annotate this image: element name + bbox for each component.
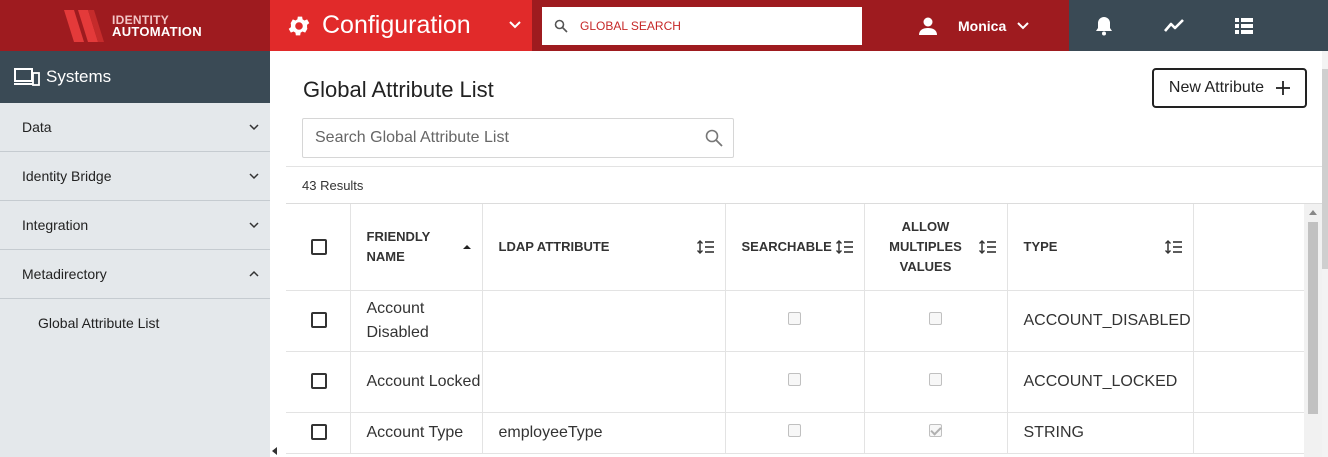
cell-type: ACCOUNT_DISABLED — [1007, 290, 1194, 352]
global-search-box[interactable] — [542, 6, 862, 45]
column-header-ldap-attribute[interactable]: LDAP ATTRIBUTE — [482, 204, 726, 291]
scrollbar-thumb[interactable] — [1308, 222, 1318, 414]
sidebar: Systems Data Identity Bridge Integration… — [0, 51, 270, 457]
table-scrollbar[interactable] — [1304, 204, 1322, 457]
sort-icon — [978, 239, 996, 254]
column-header-allow-multiples[interactable]: ALLOW MULTIPLES VALUES — [864, 204, 1008, 291]
row-checkbox[interactable] — [311, 373, 327, 390]
sidebar-subitem-label: Global Attribute List — [38, 315, 160, 331]
sidebar-item-integration[interactable]: Integration — [0, 201, 270, 250]
global-search-input[interactable] — [580, 18, 850, 33]
devices-icon — [14, 68, 40, 86]
page-title: Global Attribute List — [303, 77, 494, 102]
searchable-checkbox — [788, 423, 801, 437]
chevron-down-icon — [509, 21, 521, 29]
row-checkbox[interactable] — [311, 312, 327, 329]
sidebar-item-label: Integration — [22, 217, 89, 233]
sidebar-item-identity-bridge[interactable]: Identity Bridge — [0, 152, 270, 201]
column-label: TYPE — [1023, 239, 1058, 255]
column-header-searchable[interactable]: SEARCHABLE — [725, 204, 865, 291]
cell-ldap-attribute — [482, 351, 726, 413]
attribute-table: FRIENDLY NAME LDAP ATTRIBUTE SEARCHABLE … — [286, 204, 1305, 454]
search-icon — [554, 19, 568, 33]
select-all-checkbox[interactable] — [311, 239, 327, 256]
module-switcher[interactable]: Configuration — [270, 0, 532, 51]
cell-ldap-attribute — [482, 290, 726, 352]
bell-icon[interactable] — [1093, 15, 1115, 37]
search-icon[interactable] — [705, 129, 723, 147]
searchable-checkbox — [788, 311, 801, 325]
brand-line-2: AUTOMATION — [112, 24, 202, 39]
page-scrollbar-thumb[interactable] — [1322, 69, 1328, 269]
column-header-spacer — [1193, 204, 1305, 291]
table-row[interactable]: Account Type employeeType STRING — [286, 412, 1305, 454]
searchable-checkbox — [788, 372, 801, 386]
new-attribute-button[interactable]: New Attribute — [1152, 68, 1307, 108]
new-attribute-label: New Attribute — [1168, 79, 1265, 96]
column-label: FRIENDLY NAME — [366, 228, 431, 264]
results-count: 43 Results — [302, 178, 364, 193]
allow-multiples-checkbox — [929, 311, 942, 325]
cell-ldap-attribute: employeeType — [482, 412, 726, 454]
sort-ascending-icon — [462, 244, 471, 249]
table-row[interactable]: Account Locked ACCOUNT_LOCKED — [286, 351, 1305, 413]
header-search-area: Monica — [532, 0, 1069, 51]
brand-name: IDENTITY AUTOMATION — [112, 14, 202, 38]
chevron-down-icon — [1017, 21, 1029, 29]
top-bar: IDENTITY AUTOMATION Configuration Monica — [0, 0, 1328, 51]
attribute-search-box[interactable] — [302, 118, 734, 158]
identity-automation-logo-icon — [64, 10, 104, 42]
cell-friendly-name: Account Disabled — [350, 290, 483, 352]
column-label: SEARCHABLE — [741, 239, 832, 255]
attribute-search-input[interactable] — [315, 129, 695, 147]
sidebar-header[interactable]: Systems — [0, 51, 270, 103]
header-actions — [1069, 0, 1328, 51]
column-label: ALLOW MULTIPLES VALUES — [889, 218, 962, 274]
user-icon — [919, 17, 937, 35]
plus-icon — [1276, 81, 1291, 95]
user-name: Monica — [958, 17, 1007, 34]
column-label: LDAP ATTRIBUTE — [498, 239, 610, 255]
sidebar-item-label: Identity Bridge — [22, 168, 112, 184]
table-header-row: FRIENDLY NAME LDAP ATTRIBUTE SEARCHABLE … — [286, 204, 1305, 291]
chevron-down-icon — [249, 222, 259, 229]
cell-friendly-name: Account Type — [350, 412, 483, 454]
row-checkbox[interactable] — [311, 424, 327, 441]
sidebar-item-data[interactable]: Data — [0, 103, 270, 152]
column-header-type[interactable]: TYPE — [1007, 204, 1194, 291]
list-icon[interactable] — [1233, 15, 1255, 37]
sidebar-item-label: Data — [22, 119, 52, 135]
sort-icon — [696, 239, 714, 254]
allow-multiples-checkbox — [929, 423, 942, 437]
sidebar-item-metadirectory[interactable]: Metadirectory — [0, 250, 270, 299]
sidebar-subitem-global-attribute-list[interactable]: Global Attribute List — [0, 299, 270, 347]
sidebar-title: Systems — [46, 67, 112, 86]
sort-icon — [1164, 239, 1182, 254]
sidebar-item-label: Metadirectory — [22, 266, 107, 282]
cell-type: STRING — [1007, 412, 1194, 454]
column-header-friendly-name[interactable]: FRIENDLY NAME — [350, 204, 483, 291]
cell-friendly-name: Account Locked — [350, 351, 483, 413]
chevron-up-icon — [249, 270, 259, 277]
activity-icon[interactable] — [1163, 15, 1185, 37]
cell-type: ACCOUNT_LOCKED — [1007, 351, 1194, 413]
user-menu[interactable]: Monica — [918, 16, 1030, 36]
scroll-up-icon[interactable] — [1309, 210, 1317, 215]
brand-area[interactable]: IDENTITY AUTOMATION — [0, 0, 270, 51]
page-scrollbar[interactable] — [1322, 51, 1328, 457]
select-all-header — [286, 204, 351, 291]
chevron-down-icon — [249, 124, 259, 131]
allow-multiples-checkbox — [929, 372, 942, 386]
divider — [286, 166, 1324, 167]
gear-icon — [288, 16, 310, 35]
collapse-sidebar-icon[interactable] — [272, 447, 277, 455]
sort-icon — [835, 239, 853, 254]
chevron-down-icon — [249, 173, 259, 180]
module-title: Configuration — [322, 11, 471, 39]
main-content: Global Attribute List New Attribute 43 R… — [286, 51, 1328, 457]
table-row[interactable]: Account Disabled ACCOUNT_DISABLED — [286, 290, 1305, 352]
